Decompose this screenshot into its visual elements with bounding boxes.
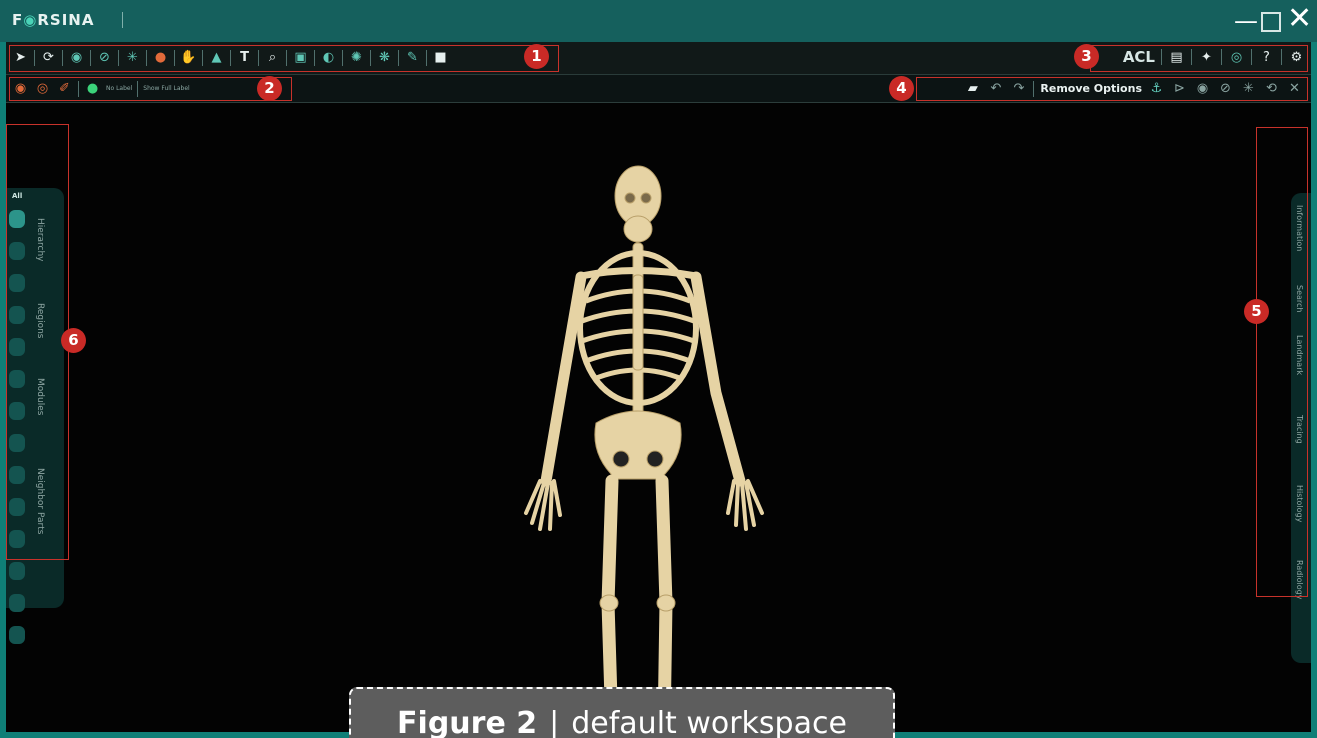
figure-caption: Figure 2 | default workspace [349,687,895,738]
highlight-right-tools [1090,45,1308,72]
minimize-button[interactable]: — [1234,9,1258,33]
highlight-secondary-toolbar-left [9,77,292,101]
title-bar: F◉RSINA — ✕ [0,0,1317,42]
callout-4: 4 [889,76,914,101]
app-logo: F◉RSINA [12,11,95,29]
app-window: F◉RSINA — ✕ ➤ ⟳ ◉ ⊘ ✳ ● ✋ ▲ T ⌕ ▣ ◐ ✺ ❋ [0,0,1317,738]
main-application: ➤ ⟳ ◉ ⊘ ✳ ● ✋ ▲ T ⌕ ▣ ◐ ✺ ❋ ✎ ■ ACL ▤ ✦ … [6,42,1311,738]
caption-separator: | [549,706,560,738]
callout-6: 6 [61,328,86,353]
lymph-icon[interactable] [9,626,25,644]
title-divider [122,12,123,28]
callout-5: 5 [1244,299,1269,324]
maximize-button[interactable] [1261,12,1281,32]
close-button[interactable]: ✕ [1287,4,1312,34]
callout-2: 2 [257,76,282,101]
figure-label: Figure 2 [397,706,538,738]
3d-viewport[interactable]: All Hierarchy Regions Modules Neighbor P… [6,103,1311,738]
highlight-right-panel [1256,127,1308,597]
callout-1: 1 [524,44,549,69]
caption-description: default workspace [571,706,847,738]
eye-organ-icon[interactable] [9,594,25,612]
callout-3: 3 [1074,44,1099,69]
highlight-main-toolbar [9,45,559,72]
skeleton-model[interactable] [436,163,876,732]
skin-icon[interactable] [9,562,25,580]
highlight-left-panel [6,124,69,560]
highlight-view-controls [916,77,1308,101]
